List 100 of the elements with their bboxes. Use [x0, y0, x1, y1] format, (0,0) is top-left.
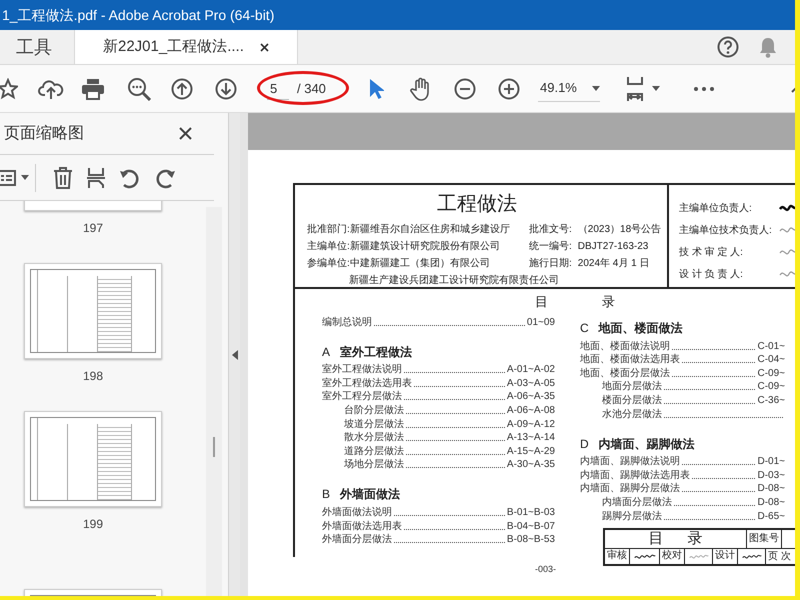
cloud-upload-icon[interactable]: [38, 78, 64, 100]
toc-entry[interactable]: 外墙面做法说明: [322, 506, 392, 519]
signer-label: 主编单位技术负责人:: [679, 224, 773, 238]
toc-entry[interactable]: 水池分层做法: [602, 408, 662, 421]
signature-drawing: [634, 552, 656, 562]
close-tab-icon[interactable]: [260, 42, 269, 52]
title-block-label: 审核: [605, 549, 630, 564]
page-range: D-08~: [757, 496, 785, 509]
extract-page-icon[interactable]: [86, 166, 106, 188]
section-heading: 外墙面做法: [340, 486, 400, 504]
window-title: 1_工程做法.pdf - Adobe Acrobat Pro (64-bit): [2, 6, 274, 25]
signer-label: 技 术 审 定 人:: [679, 246, 744, 260]
toc-entry[interactable]: 地面、楼面做法说明: [580, 340, 670, 353]
page-range: D-08~: [757, 483, 785, 496]
section-heading: 地面、楼面做法: [598, 320, 683, 337]
info-value: 新疆生产建设兵团建工设计研究院有限责任公司: [349, 274, 559, 288]
toc-entry[interactable]: 室外工程做法选用表: [322, 378, 412, 390]
collapse-arrow-icon[interactable]: [232, 350, 238, 360]
toc-entry[interactable]: 外墙面做法选用表: [322, 520, 402, 533]
toc-entry[interactable]: 室外工程分层做法: [322, 391, 402, 404]
page-number-field[interactable]: 5: [267, 78, 289, 100]
toc-entry[interactable]: 坡道分层做法: [344, 418, 404, 431]
toc-entry[interactable]: 内墙面、踢脚分层做法: [580, 483, 680, 496]
section-letter: A: [322, 344, 330, 361]
page-range: A-09~A-12: [506, 418, 555, 431]
section-heading: 室外工程做法: [340, 344, 412, 361]
zoom-in-icon[interactable]: [498, 78, 520, 100]
info-label: 批准部门:: [307, 222, 350, 237]
toc-entry[interactable]: 编制总说明: [322, 316, 372, 329]
toc-entry[interactable]: 内墙面、踢脚做法说明: [580, 456, 680, 468]
title-block-label: 图集号: [747, 530, 782, 548]
toc-entry[interactable]: 散水分层做法: [344, 432, 404, 444]
toc-entry[interactable]: 场地分层做法: [344, 459, 404, 472]
toc-entry[interactable]: 内墙面、踢脚做法选用表: [580, 470, 690, 482]
info-value: （2023）18号公告: [578, 222, 662, 237]
page-range: B-08~B-53: [506, 534, 555, 546]
page-range: A-06~A-35: [506, 391, 555, 404]
info-label: 施行日期:: [529, 256, 572, 271]
toc-entry[interactable]: 道路分层做法: [344, 446, 404, 458]
arrow-up-circle-icon[interactable]: [171, 78, 193, 100]
more-icon[interactable]: [694, 86, 714, 90]
page-range: A-30~A-35: [506, 459, 555, 472]
caret-icon[interactable]: [652, 86, 660, 91]
toc-entry[interactable]: 踢脚分层做法: [602, 510, 662, 523]
close-icon[interactable]: [179, 127, 192, 140]
options-icon[interactable]: [0, 170, 16, 186]
section-heading: 内墙面、踢脚做法: [598, 436, 695, 453]
title-block-label: 校对: [660, 549, 685, 564]
title-block-title: 目 录: [605, 530, 747, 548]
title-block-label: 页 次: [767, 550, 792, 564]
page-label: 199: [82, 516, 104, 533]
print-icon[interactable]: [81, 78, 105, 100]
star-icon[interactable]: [0, 78, 18, 100]
info-value: 新疆建筑设计研究院股份有限公司: [350, 240, 500, 254]
trash-icon[interactable]: [53, 166, 73, 188]
toc-entry[interactable]: 台阶分层做法: [344, 404, 404, 417]
rotate-left-icon[interactable]: [119, 166, 141, 188]
page-range: 01~09: [526, 316, 555, 329]
zoom-dropdown[interactable]: 49.1%: [538, 76, 600, 102]
info-value: 中建新疆建工（集团）有限公司: [350, 256, 490, 271]
page-range: B-04~B-07: [506, 520, 555, 533]
help-icon[interactable]: [717, 36, 739, 58]
section-letter: B: [322, 486, 330, 504]
page-thumbnail[interactable]: [24, 263, 162, 359]
document-title: 工程做法: [436, 191, 518, 215]
title-block-label: 设计: [713, 549, 738, 564]
page-count: / 340: [297, 80, 326, 98]
page-range: D-03~: [757, 470, 785, 482]
zoom-search-icon[interactable]: [127, 76, 151, 100]
caret-icon[interactable]: [592, 86, 600, 90]
toc-entry[interactable]: 楼面分层做法: [602, 394, 662, 407]
page-range: C-04~: [757, 354, 785, 366]
page-range: A-01~A-02: [506, 364, 555, 376]
tab[interactable]: 新22J01_工程做法....: [75, 30, 298, 64]
page-range: D-01~: [757, 456, 785, 468]
toc-entry[interactable]: 地面、楼面做法选用表: [580, 354, 680, 366]
info-label: 主编单位:: [307, 240, 350, 254]
caret-icon[interactable]: [21, 175, 29, 180]
scrollbar[interactable]: [206, 207, 222, 596]
page-label: 197: [82, 220, 104, 237]
page-label: 198: [82, 368, 104, 385]
page-range: D-65~: [757, 510, 785, 523]
page-range: C-09~: [757, 381, 785, 394]
section-letter: C: [580, 320, 589, 337]
toc-entry[interactable]: 地面分层做法: [602, 381, 662, 394]
pointer-icon[interactable]: [368, 78, 384, 100]
toc-entry[interactable]: 地面、楼面分层做法: [580, 368, 670, 380]
page-range: A-15~A-29: [506, 446, 555, 458]
signer-label: 主编单位负责人:: [679, 202, 753, 216]
page-range: C-09~: [757, 368, 785, 380]
page-thumbnail[interactable]: [24, 411, 162, 507]
hand-icon[interactable]: [410, 76, 432, 100]
info-label: 统一编号:: [529, 240, 572, 254]
arrow-down-circle-icon[interactable]: [215, 78, 237, 100]
toc-entry[interactable]: 室外工程做法说明: [322, 364, 402, 376]
zoom-out-icon[interactable]: [454, 78, 476, 100]
toc-entry[interactable]: 内墙面分层做法: [602, 496, 672, 509]
page-number: -003-: [535, 563, 558, 576]
toc-entry[interactable]: 外墙面分层做法: [322, 534, 392, 546]
rotate-right-icon[interactable]: [154, 166, 176, 188]
